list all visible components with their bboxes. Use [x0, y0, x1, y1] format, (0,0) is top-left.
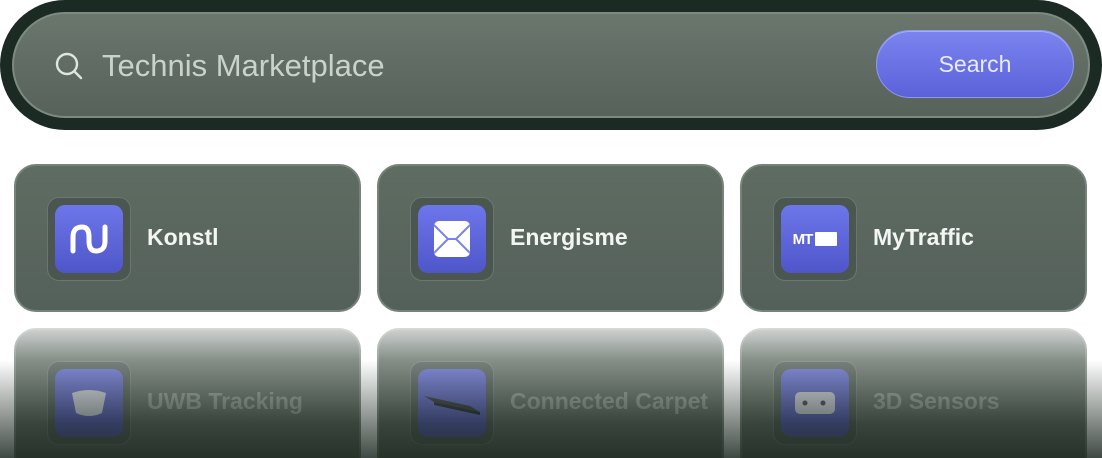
search-field-container[interactable]: Search [12, 12, 1090, 118]
integration-card-energisme[interactable]: Energisme [377, 164, 724, 312]
sensor-icon [781, 369, 849, 437]
card-label: UWB Tracking [147, 388, 303, 414]
integration-card-uwb-tracking[interactable]: UWB Tracking [14, 328, 361, 458]
integration-card-3d-sensors[interactable]: 3D Sensors [740, 328, 1087, 458]
uwb-tag-icon [55, 369, 123, 437]
logo-frame: MT [773, 197, 857, 281]
card-label: Konstl [147, 224, 219, 250]
logo-frame [410, 197, 494, 281]
search-button[interactable]: Search [876, 30, 1074, 98]
card-label: MyTraffic [873, 224, 974, 250]
konstl-logo-icon [55, 205, 123, 273]
card-label: Connected Carpet [510, 388, 709, 414]
mytraffic-logo-text: MT [792, 230, 814, 248]
logo-frame [773, 361, 857, 445]
logo-frame [47, 197, 131, 281]
integration-card-mytraffic[interactable]: MT MyTraffic [740, 164, 1087, 312]
integration-card-connected-carpet[interactable]: Connected Carpet [377, 328, 724, 458]
logo-frame [47, 361, 131, 445]
search-input[interactable] [102, 44, 802, 88]
card-label: Energisme [510, 224, 628, 250]
integration-card-konstl[interactable]: Konstl [14, 164, 361, 312]
search-icon [55, 52, 83, 80]
energisme-logo-icon [418, 205, 486, 273]
card-label: 3D Sensors [873, 388, 1000, 414]
carpet-icon [418, 369, 486, 437]
mytraffic-logo-icon: MT [781, 205, 849, 273]
search-bar: Search [0, 0, 1102, 130]
logo-frame [410, 361, 494, 445]
